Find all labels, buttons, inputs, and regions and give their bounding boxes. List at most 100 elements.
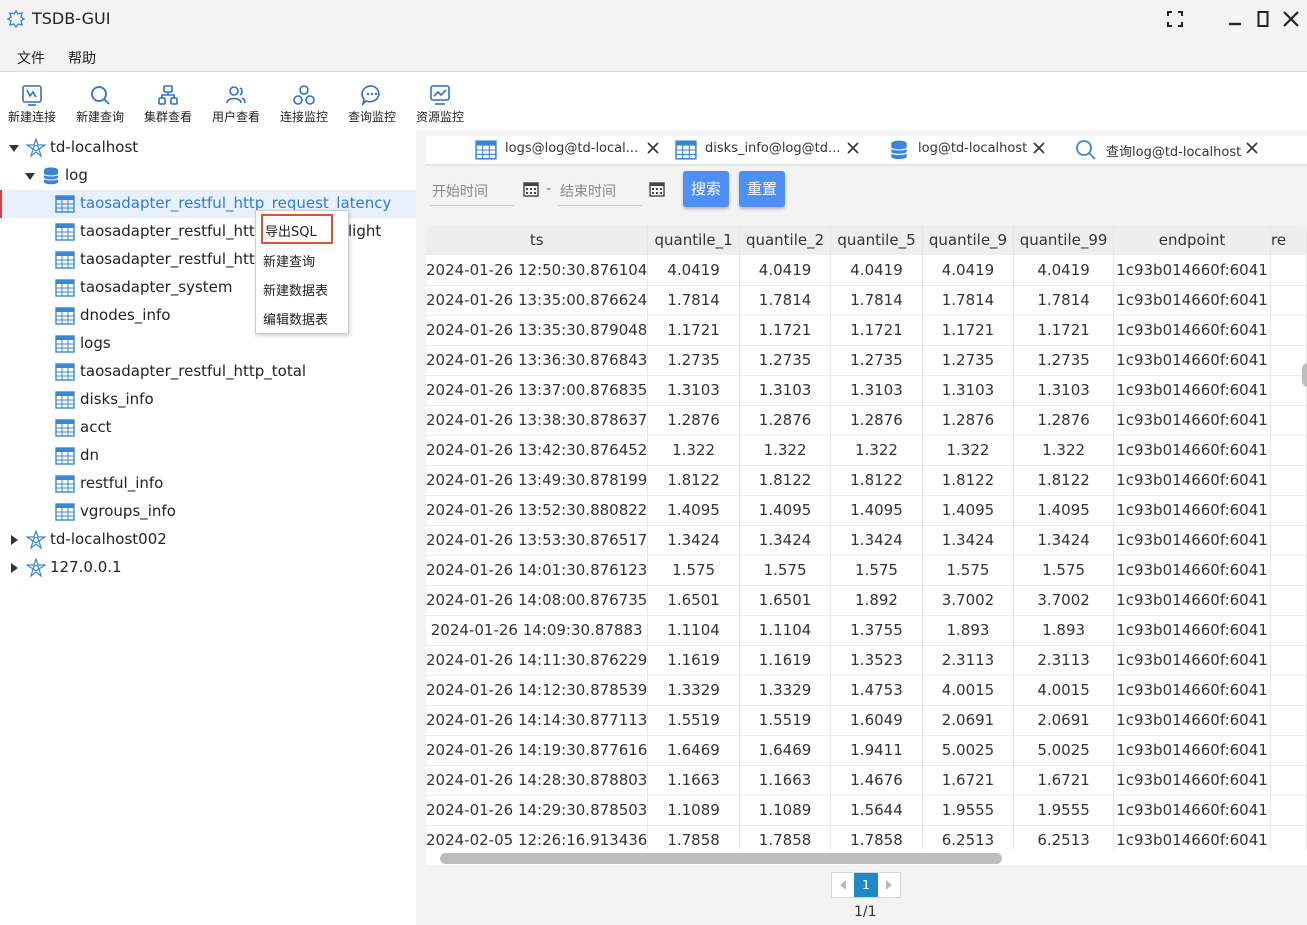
- table-cell[interactable]: [1270, 255, 1307, 286]
- ctx-edit-table[interactable]: 编辑数据表: [263, 309, 328, 328]
- table-cell[interactable]: 1.6721: [1013, 765, 1114, 796]
- table-cell[interactable]: 1.2876: [647, 405, 740, 436]
- table-cell[interactable]: 2024-01-26 13:53:30.876517: [426, 525, 649, 556]
- table-cell[interactable]: [1270, 675, 1307, 706]
- table-cell[interactable]: 2024-01-26 14:01:30.876123: [426, 555, 649, 586]
- tab-log-database[interactable]: log@td-localhost: [888, 136, 1058, 164]
- tree-table-item[interactable]: disks_info: [0, 386, 416, 414]
- table-cell[interactable]: 1.6501: [647, 585, 740, 616]
- close-icon[interactable]: [1031, 140, 1047, 156]
- table-cell[interactable]: 1.3103: [647, 375, 740, 406]
- table-cell[interactable]: 1c93b014660f:6041: [1113, 705, 1272, 736]
- table-cell[interactable]: 1.3103: [739, 375, 832, 406]
- table-cell[interactable]: 1.575: [922, 555, 1015, 586]
- maximize-icon[interactable]: [1253, 9, 1273, 29]
- calendar-icon[interactable]: [523, 181, 539, 197]
- table-row[interactable]: 2024-01-26 13:49:30.878199 1.8122 1.8122 1.…: [426, 465, 1307, 496]
- tree-table-item[interactable]: dnodes_info: [0, 302, 416, 330]
- table-cell[interactable]: 1.4095: [647, 495, 740, 526]
- table-row[interactable]: 2024-01-26 14:09:30.87883 1.1104 1.1104 1.3…: [426, 615, 1307, 646]
- table-cell[interactable]: 1.893: [922, 615, 1015, 646]
- table-cell[interactable]: 1.322: [647, 435, 740, 466]
- table-cell[interactable]: 4.0419: [647, 255, 740, 286]
- table-cell[interactable]: 1.1089: [739, 795, 832, 826]
- table-cell[interactable]: 1c93b014660f:6041: [1113, 435, 1272, 466]
- table-cell[interactable]: 1.5519: [647, 705, 740, 736]
- table-cell[interactable]: 1.3103: [922, 375, 1015, 406]
- table-cell[interactable]: 1.7814: [739, 285, 832, 316]
- table-cell[interactable]: 1.9555: [922, 795, 1015, 826]
- column-header[interactable]: re: [1270, 225, 1307, 255]
- table-cell[interactable]: 1c93b014660f:6041: [1113, 405, 1272, 436]
- table-cell[interactable]: 1.3424: [1013, 525, 1114, 556]
- table-cell[interactable]: 4.0419: [739, 255, 832, 286]
- table-row[interactable]: 2024-01-26 13:35:30.879048 1.1721 1.1721 1.…: [426, 315, 1307, 346]
- table-cell[interactable]: 2024-01-26 14:29:30.878503: [426, 795, 649, 826]
- table-cell[interactable]: 2.0691: [1013, 705, 1114, 736]
- table-cell[interactable]: [1270, 645, 1307, 676]
- cluster-view-button[interactable]: 集群查看: [137, 82, 199, 126]
- caret-right-icon[interactable]: [8, 562, 20, 574]
- table-cell[interactable]: 1.1721: [1013, 315, 1114, 346]
- column-header[interactable]: quantile_9: [922, 225, 1015, 255]
- table-cell[interactable]: 1.2735: [1013, 345, 1114, 376]
- table-row[interactable]: 2024-01-26 13:38:30.878637 1.2876 1.2876 1.…: [426, 405, 1307, 436]
- table-cell[interactable]: 1.2735: [830, 345, 923, 376]
- table-cell[interactable]: 2024-01-26 13:38:30.878637: [426, 405, 649, 436]
- table-row[interactable]: 2024-01-26 14:14:30.877113 1.5519 1.5519 1.…: [426, 705, 1307, 736]
- tree-table-item[interactable]: acct: [0, 414, 416, 442]
- calendar-icon[interactable]: [649, 181, 665, 197]
- table-cell[interactable]: 1.1104: [647, 615, 740, 646]
- table-cell[interactable]: 2024-01-26 13:36:30.876843: [426, 345, 649, 376]
- table-cell[interactable]: [1270, 765, 1307, 796]
- table-cell[interactable]: 1.575: [739, 555, 832, 586]
- table-cell[interactable]: 2024-01-26 13:49:30.878199: [426, 465, 649, 496]
- table-cell[interactable]: 1c93b014660f:6041: [1113, 675, 1272, 706]
- connection-monitor-button[interactable]: 连接监控: [273, 82, 335, 126]
- table-cell[interactable]: 1.893: [1013, 615, 1114, 646]
- tree-node-127-0-0-1[interactable]: 127.0.0.1: [0, 554, 416, 582]
- table-cell[interactable]: 1.4676: [830, 765, 923, 796]
- table-cell[interactable]: 1c93b014660f:6041: [1113, 585, 1272, 616]
- table-cell[interactable]: 1.1619: [739, 645, 832, 676]
- table-cell[interactable]: 4.0419: [1013, 255, 1114, 286]
- table-cell[interactable]: 2024-01-26 14:12:30.878539: [426, 675, 649, 706]
- table-row[interactable]: 2024-01-26 13:42:30.876452 1.322 1.322 1.32…: [426, 435, 1307, 466]
- table-cell[interactable]: 1.7814: [830, 285, 923, 316]
- table-row[interactable]: 2024-01-26 12:50:30.876104 4.0419 4.0419 4.…: [426, 255, 1307, 286]
- table-cell[interactable]: 2024-01-26 14:19:30.877616: [426, 735, 649, 766]
- table-cell[interactable]: 1.5519: [739, 705, 832, 736]
- table-cell[interactable]: 1.2876: [1013, 405, 1114, 436]
- ctx-export-sql[interactable]: 导出SQL: [261, 214, 333, 244]
- table-cell[interactable]: 1.7814: [1013, 285, 1114, 316]
- table-cell[interactable]: 1.3329: [739, 675, 832, 706]
- table-cell[interactable]: 1.1721: [647, 315, 740, 346]
- table-cell[interactable]: [1270, 405, 1307, 436]
- table-cell[interactable]: 1.3329: [647, 675, 740, 706]
- table-cell[interactable]: 1.4095: [1013, 495, 1114, 526]
- table-cell[interactable]: 1.4095: [739, 495, 832, 526]
- table-cell[interactable]: [1270, 495, 1307, 526]
- table-cell[interactable]: 1.3103: [830, 375, 923, 406]
- fullscreen-icon[interactable]: [1165, 9, 1185, 29]
- horizontal-scrollbar[interactable]: [440, 853, 1002, 864]
- table-cell[interactable]: 1.322: [922, 435, 1015, 466]
- table-cell[interactable]: 1.9411: [830, 735, 923, 766]
- table-cell[interactable]: 1.3103: [1013, 375, 1114, 406]
- table-cell[interactable]: 1.322: [830, 435, 923, 466]
- table-cell[interactable]: 4.0015: [922, 675, 1015, 706]
- table-cell[interactable]: 1.3424: [922, 525, 1015, 556]
- table-row[interactable]: 2024-01-26 14:19:30.877616 1.6469 1.6469 1.…: [426, 735, 1307, 766]
- table-row[interactable]: 2024-01-26 13:53:30.876517 1.3424 1.3424 1.…: [426, 525, 1307, 556]
- table-cell[interactable]: [1270, 555, 1307, 586]
- search-button[interactable]: 搜索: [683, 171, 729, 207]
- column-header[interactable]: quantile_5: [830, 225, 923, 255]
- close-icon[interactable]: [845, 140, 861, 156]
- table-cell[interactable]: 1.6469: [739, 735, 832, 766]
- column-header[interactable]: endpoint: [1113, 225, 1272, 255]
- chevron-left-icon[interactable]: [832, 873, 854, 897]
- table-cell[interactable]: 1.892: [830, 585, 923, 616]
- table-cell[interactable]: 1.575: [1013, 555, 1114, 586]
- table-cell[interactable]: 1.575: [647, 555, 740, 586]
- table-cell[interactable]: 1.8122: [830, 465, 923, 496]
